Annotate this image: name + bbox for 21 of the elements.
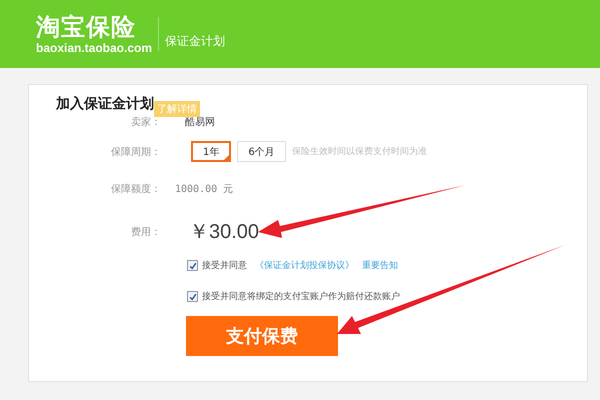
checkbox[interactable] [187, 291, 198, 302]
checkbox[interactable] [187, 260, 198, 271]
period-label: 保障周期： [110, 146, 161, 158]
fee-label: 费用： [130, 226, 161, 238]
seller-name: 酷易网 [185, 116, 215, 129]
period-option[interactable]: 1年 [191, 141, 232, 162]
agreement-text: 接受并同意 [202, 260, 247, 272]
coverage-label: 保障额度： [110, 182, 161, 196]
section-title: 保证金计划 [165, 32, 226, 50]
seller-label: 卖家： [130, 116, 161, 129]
fee-amount: ￥30.00 [189, 220, 260, 245]
period-option[interactable]: 6个月 [237, 141, 286, 162]
logo-domain: baoxian.taobao.com [36, 42, 152, 54]
agreement-text: 接受并同意将绑定的支付宝账户作为赔付还款账户 [202, 290, 400, 303]
logo-title: 淘宝保险 [36, 14, 137, 38]
period-hint: 保险生效时间以保费支付时间为准 [292, 146, 427, 158]
pay-button[interactable]: 支付保费 [186, 316, 338, 356]
card-title: 加入保证金计划 [56, 95, 154, 113]
agreement-link[interactable]: 《保证金计划投保协议》 [255, 259, 354, 272]
agreement-link[interactable]: 重要告知 [362, 259, 398, 272]
coverage-amount: 1000.00 元 [175, 183, 234, 196]
